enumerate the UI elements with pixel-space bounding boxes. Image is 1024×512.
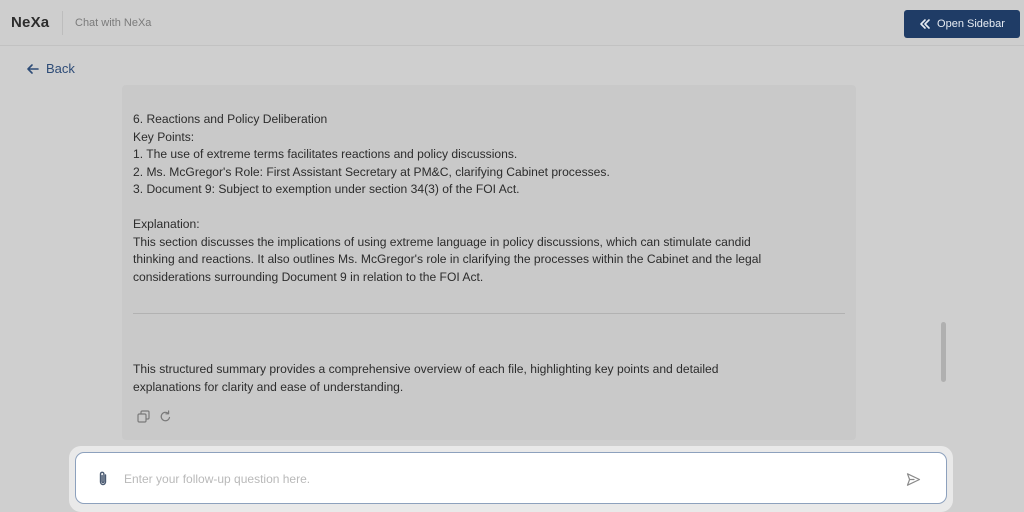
message-actions	[137, 410, 172, 423]
paperclip-icon[interactable]	[95, 470, 111, 488]
key-points-label: Key Points:	[133, 129, 195, 144]
section-divider	[133, 313, 845, 314]
arrow-left-icon	[27, 63, 39, 74]
key-point-item: 2. Ms. McGregor's Role: First Assistant …	[133, 164, 610, 179]
section-heading: 6. Reactions and Policy Deliberation	[133, 112, 328, 126]
copy-icon[interactable]	[137, 410, 150, 423]
key-point-item: 1. The use of extreme terms facilitates …	[133, 147, 518, 161]
explanation-line: This section discusses the implications …	[133, 234, 751, 249]
chevrons-left-icon	[920, 19, 930, 29]
explanation-heading: Explanation:	[133, 217, 200, 231]
regenerate-icon[interactable]	[159, 410, 172, 423]
explanation-line: thinking and reactions. It also outlines…	[133, 252, 762, 266]
chat-scrollbar-thumb[interactable]	[941, 322, 946, 382]
open-sidebar-label: Open Sidebar	[937, 18, 1005, 30]
top-header: NeXa Chat with NeXa Open Sidebar	[0, 0, 1024, 46]
header-divider	[62, 11, 63, 35]
back-link[interactable]: Back	[26, 61, 75, 76]
assistant-message-card: 6. Reactions and Policy Deliberation Key…	[122, 85, 856, 440]
brand-logo: NeXa	[11, 14, 50, 31]
summary-line: This structured summary provides a compr…	[133, 362, 719, 376]
key-point-item: 3. Document 9: Subject to exemption unde…	[133, 182, 520, 196]
header-subtitle: Chat with NeXa	[75, 17, 152, 29]
open-sidebar-button[interactable]: Open Sidebar	[904, 10, 1020, 38]
composer-container	[69, 446, 953, 512]
summary-text: This structured summary provides a compr…	[133, 361, 833, 396]
send-icon[interactable]	[906, 472, 921, 487]
message-body: 6. Reactions and Policy Deliberation Key…	[133, 111, 833, 286]
composer-box	[75, 452, 947, 504]
summary-line: explanations for clarity and ease of und…	[133, 379, 404, 394]
follow-up-question-input[interactable]	[124, 467, 884, 491]
explanation-line: considerations surrounding Document 9 in…	[133, 269, 484, 284]
back-label: Back	[46, 61, 75, 76]
